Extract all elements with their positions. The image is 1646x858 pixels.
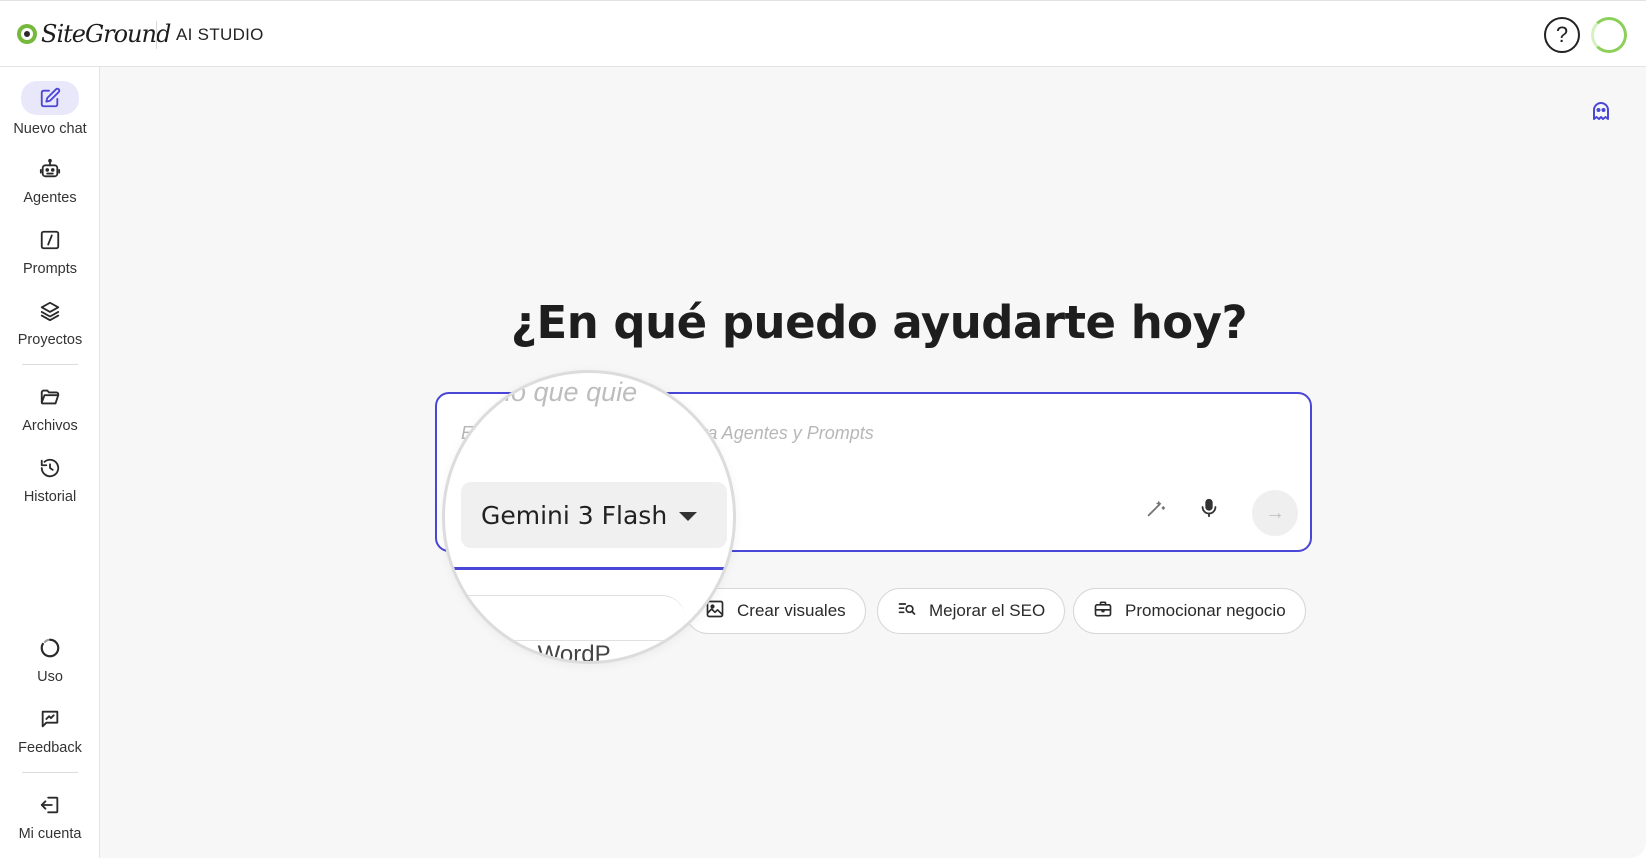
arrow-right-icon: →: [1265, 501, 1285, 524]
sidebar-item-label: Prompts: [23, 261, 77, 277]
sidebar-divider: [22, 772, 78, 773]
magic-wand-icon: [1145, 497, 1167, 524]
sidebar-item-prompts[interactable]: Prompts: [0, 225, 100, 277]
layers-icon: [38, 299, 62, 323]
caret-down-icon: [679, 512, 697, 521]
sidebar-item-mi-cuenta[interactable]: Mi cuenta: [0, 790, 100, 842]
folder-icon: [38, 385, 62, 409]
app-window: SiteGround AI STUDIO ? Nuevo chat Agente: [0, 0, 1646, 858]
sidebar-item-label: Agentes: [23, 190, 77, 206]
sidebar: Nuevo chat Agentes Prompts Proyectos Arc…: [0, 67, 100, 858]
product-title: AI STUDIO: [176, 25, 264, 44]
sidebar-item-label: Historial: [23, 489, 77, 505]
magnifier-lens: lo que quie Gemini 3 Flash r WordP: [442, 370, 736, 664]
model-selector-dropdown[interactable]: Gemini 3 Flash: [461, 482, 727, 548]
briefcase-icon: [1093, 599, 1113, 624]
chip-label: Promocionar negocio: [1125, 601, 1286, 620]
sidebar-item-label: Proyectos: [17, 332, 83, 348]
sidebar-item-archivos[interactable]: Archivos: [0, 382, 100, 434]
voice-input-button[interactable]: [1192, 493, 1226, 527]
suggestion-chip-promocionar-negocio[interactable]: Promocionar negocio: [1073, 588, 1306, 634]
wordpress-icon: [457, 605, 481, 629]
send-button[interactable]: →: [1252, 490, 1298, 536]
magnified-placeholder-fragment: lo que quie: [505, 377, 638, 407]
incognito-chat-button[interactable]: [1588, 100, 1614, 126]
microphone-icon: [1198, 497, 1220, 524]
page-title: ¿En qué puedo ayudarte hoy?: [510, 296, 1248, 349]
composer-bottom-border: [445, 567, 727, 570]
question-icon: ?: [1555, 22, 1569, 47]
sign-out-icon: [38, 793, 62, 817]
siteground-logo-icon: [17, 24, 37, 44]
sidebar-item-label: Nuevo chat: [13, 121, 87, 137]
brand-name: SiteGround: [41, 20, 171, 48]
nav-active-pill: [21, 81, 79, 115]
user-avatar[interactable]: [1591, 17, 1627, 53]
header-divider: [156, 21, 157, 49]
seo-search-icon: [897, 599, 917, 624]
slash-square-icon: [38, 228, 62, 252]
robot-icon: [38, 157, 62, 181]
usage-ring-icon: [38, 636, 62, 660]
feedback-icon: [38, 707, 62, 731]
suggestion-chip-mejorar-seo[interactable]: Mejorar el SEO: [877, 588, 1066, 634]
ghost-icon: [1589, 99, 1613, 128]
model-selector-value: Gemini 3 Flash: [481, 500, 668, 530]
sidebar-item-agentes[interactable]: Agentes: [0, 154, 100, 206]
sidebar-item-nuevo-chat[interactable]: Nuevo chat: [0, 81, 100, 137]
enhance-prompt-button[interactable]: [1139, 493, 1173, 527]
chip-label: Mejorar el SEO: [929, 601, 1046, 620]
chip-label: Crear visuales: [737, 601, 846, 620]
top-header: SiteGround AI STUDIO ?: [0, 1, 1646, 67]
app-shell: SiteGround AI STUDIO ? Nuevo chat Agente: [0, 0, 1646, 858]
help-button[interactable]: ?: [1544, 17, 1580, 53]
history-icon: [38, 456, 62, 480]
sidebar-item-label: Mi cuenta: [18, 826, 82, 842]
sidebar-item-uso[interactable]: Uso: [0, 633, 100, 685]
sidebar-item-historial[interactable]: Historial: [0, 453, 100, 505]
sidebar-divider: [22, 364, 78, 365]
siteground-logo[interactable]: SiteGround: [17, 19, 171, 49]
sidebar-item-label: Uso: [37, 669, 63, 685]
magnified-chip-fragment: r WordP: [523, 641, 611, 664]
sidebar-item-proyectos[interactable]: Proyectos: [0, 296, 100, 348]
sidebar-item-label: Archivos: [22, 418, 78, 434]
edit-icon: [38, 86, 62, 110]
sidebar-item-feedback[interactable]: Feedback: [0, 704, 100, 756]
sidebar-item-label: Feedback: [18, 740, 82, 756]
